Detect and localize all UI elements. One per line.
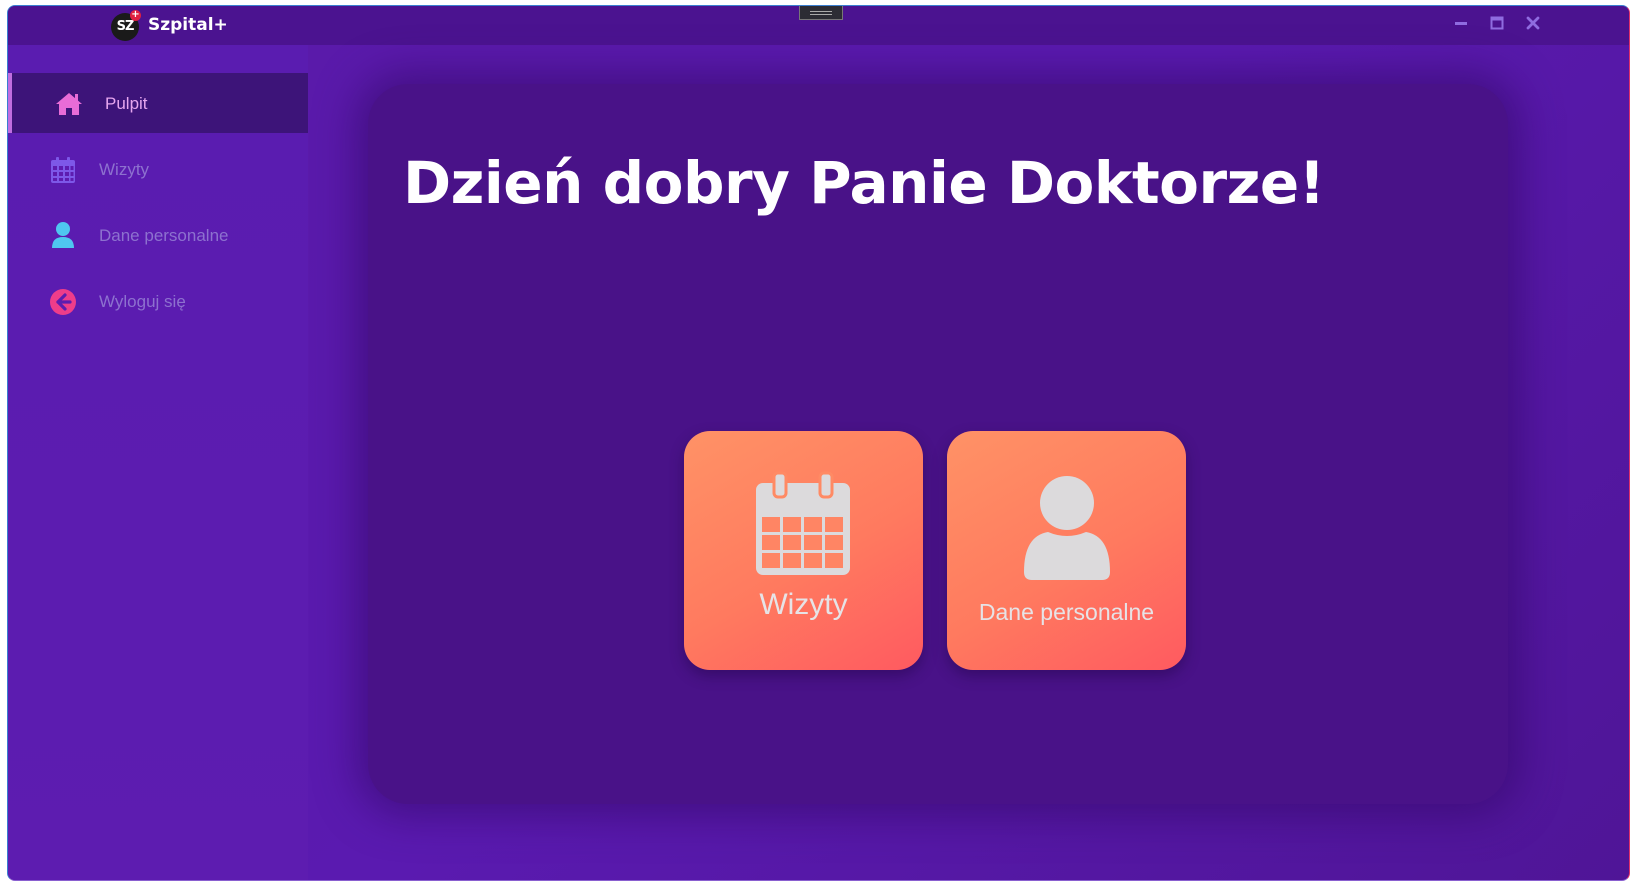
close-icon bbox=[1526, 16, 1540, 30]
page-title: Dzień dobry Panie Doktorze! bbox=[403, 149, 1325, 217]
calendar-icon bbox=[51, 157, 75, 183]
sidebar-item-wyloguj[interactable]: Wyloguj się bbox=[8, 271, 308, 331]
tile-label: Wizyty bbox=[759, 588, 848, 621]
app-window: SZ + Szpital+ Pulpit Wizyty Dane persona… bbox=[7, 5, 1630, 881]
wizyty-tile-button[interactable]: Wizyty bbox=[684, 431, 923, 670]
drag-grip-handle[interactable] bbox=[799, 6, 843, 20]
minimize-button[interactable] bbox=[1451, 16, 1471, 36]
sidebar-item-label: Wyloguj się bbox=[99, 292, 186, 311]
sidebar-item-wizyty[interactable]: Wizyty bbox=[8, 139, 308, 199]
home-icon bbox=[56, 93, 82, 115]
logout-arrow-icon bbox=[50, 289, 76, 315]
app-title: Szpital+ bbox=[148, 15, 228, 35]
maximize-icon bbox=[1490, 16, 1504, 30]
sidebar: Pulpit Wizyty Dane personalne Wyloguj si… bbox=[8, 45, 308, 880]
logo-plus-badge: + bbox=[130, 9, 141, 21]
sidebar-item-label: Wizyty bbox=[99, 160, 150, 179]
user-icon bbox=[52, 222, 74, 248]
minimize-icon bbox=[1455, 22, 1467, 25]
calendar-icon bbox=[756, 471, 850, 575]
title-bar[interactable]: SZ + Szpital+ bbox=[8, 6, 1629, 45]
maximize-button[interactable] bbox=[1487, 16, 1507, 36]
user-icon bbox=[1024, 476, 1110, 580]
sidebar-item-pulpit[interactable]: Pulpit bbox=[8, 73, 308, 133]
dane-personalne-tile-button[interactable]: Dane personalne bbox=[947, 431, 1186, 670]
close-button[interactable] bbox=[1523, 16, 1543, 36]
sidebar-item-label: Dane personalne bbox=[99, 226, 229, 245]
sidebar-item-dane-personalne[interactable]: Dane personalne bbox=[8, 205, 308, 265]
sidebar-item-label: Pulpit bbox=[105, 94, 148, 113]
tile-label: Dane personalne bbox=[978, 599, 1155, 625]
